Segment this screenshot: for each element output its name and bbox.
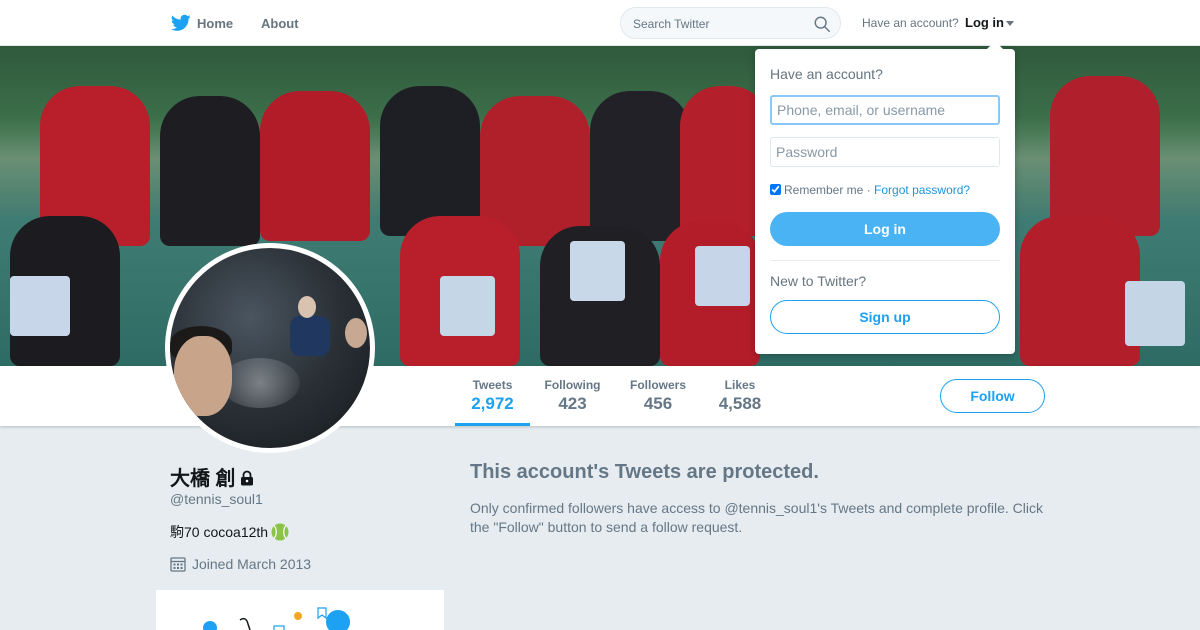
lock-icon xyxy=(240,470,253,486)
search-icon[interactable] xyxy=(813,15,831,33)
nav-home-link[interactable]: Home xyxy=(197,16,233,31)
avatar[interactable] xyxy=(165,243,375,453)
stat-label: Likes xyxy=(724,378,756,392)
calendar-icon xyxy=(170,557,186,572)
stat-following[interactable]: Following 423 xyxy=(540,378,605,414)
login-submit-button[interactable]: Log in xyxy=(770,212,1000,246)
stat-likes[interactable]: Likes 4,588 xyxy=(710,378,770,414)
separator: · xyxy=(866,183,871,197)
stat-tweets[interactable]: Tweets 2,972 xyxy=(455,378,530,414)
remember-me-checkbox[interactable] xyxy=(770,184,781,195)
avatar-figure xyxy=(298,296,316,318)
remember-me-label[interactable]: Remember me xyxy=(784,183,863,197)
stat-followers[interactable]: Followers 456 xyxy=(625,378,691,414)
stat-label: Tweets xyxy=(472,378,513,392)
profile-joined: Joined March 2013 xyxy=(170,556,311,572)
avatar-figure xyxy=(290,316,330,356)
nav-about-link[interactable]: About xyxy=(261,16,299,31)
login-dropdown: Have an account? Remember me · Forgot pa… xyxy=(755,49,1015,354)
banner-figure xyxy=(1050,76,1160,236)
profile-bio-text: 駒70 cocoa12th xyxy=(170,524,269,540)
login-heading: Have an account? xyxy=(770,66,883,82)
caret-down-icon xyxy=(1006,21,1014,27)
follow-button[interactable]: Follow xyxy=(940,379,1045,413)
top-nav: Home About Have an account? Log in xyxy=(0,0,1200,46)
stat-value: 4,588 xyxy=(718,394,762,413)
protected-title: This account's Tweets are protected. xyxy=(470,461,819,483)
profile-name-text: 大橋 創 xyxy=(170,468,236,490)
signup-button[interactable]: Sign up xyxy=(770,300,1000,334)
protected-description: Only confirmed followers have access to … xyxy=(470,500,1044,535)
remember-row: Remember me · Forgot password? xyxy=(770,183,970,197)
stat-value: 423 xyxy=(558,394,587,413)
new-to-twitter-text: New to Twitter? xyxy=(770,273,867,289)
banner-figure xyxy=(1125,281,1185,346)
banner-figure xyxy=(160,96,260,246)
dropdown-caret xyxy=(987,41,1003,49)
login-dropdown-toggle[interactable]: Log in xyxy=(965,15,1014,30)
banner-figure xyxy=(1020,216,1140,366)
banner-figure xyxy=(440,276,495,336)
banner-figure xyxy=(260,91,370,241)
profile-handle[interactable]: @tennis_soul1 xyxy=(170,491,263,507)
tennis-ball-icon xyxy=(271,523,289,541)
stat-value: 2,972 xyxy=(471,394,514,413)
forgot-password-link[interactable]: Forgot password? xyxy=(874,183,970,197)
banner-figure xyxy=(380,86,480,236)
search-box xyxy=(620,7,841,39)
login-link-label: Log in xyxy=(965,15,1004,30)
stat-value: 456 xyxy=(643,394,673,413)
avatar-figure xyxy=(174,336,232,416)
stat-label: Followers xyxy=(629,378,686,392)
stat-label: Following xyxy=(544,378,601,392)
photos-card-graphic xyxy=(203,607,350,630)
profile-joined-text: Joined March 2013 xyxy=(192,556,312,572)
search-input[interactable] xyxy=(633,15,813,33)
dropdown-divider xyxy=(770,260,1000,261)
active-tab-indicator xyxy=(455,423,530,426)
password-field[interactable] xyxy=(770,137,1000,167)
have-account-text: Have an account? xyxy=(862,16,959,30)
banner-figure xyxy=(695,246,750,306)
profile-name: 大橋 創 xyxy=(170,462,255,491)
username-field[interactable] xyxy=(770,95,1000,125)
banner-figure xyxy=(590,91,690,241)
twitter-bird-icon[interactable] xyxy=(171,14,191,32)
avatar-glow xyxy=(220,358,300,408)
banner-figure xyxy=(10,276,70,336)
profile-bio: 駒70 cocoa12th xyxy=(170,522,289,542)
banner-figure xyxy=(570,241,625,301)
photos-card[interactable] xyxy=(156,590,444,630)
avatar-figure xyxy=(345,318,367,348)
